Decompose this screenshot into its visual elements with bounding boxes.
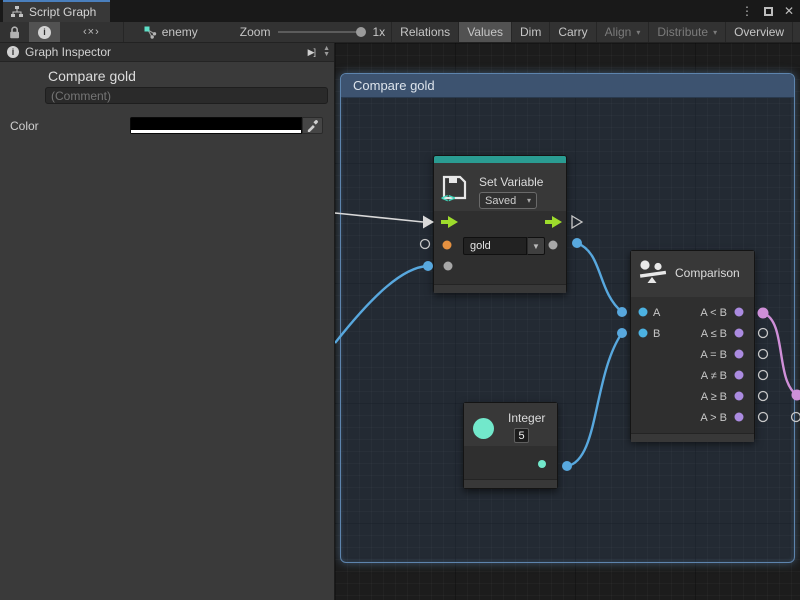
group-title: Compare gold xyxy=(353,78,435,93)
zoom-slider[interactable] xyxy=(278,31,364,33)
eyedropper-icon xyxy=(306,119,319,132)
group-header[interactable]: Compare gold xyxy=(341,74,794,98)
lock-icon xyxy=(9,26,20,39)
input-b-label: B xyxy=(653,328,660,340)
graph-breadcrumb-enemy[interactable]: enemy xyxy=(136,22,206,42)
zoom-control: Zoom 1x xyxy=(234,22,391,42)
dim-toggle[interactable]: Dim xyxy=(512,22,549,42)
script-graph-icon xyxy=(11,6,23,18)
node-title: Integer xyxy=(508,411,545,425)
integer-value-field[interactable]: 5 xyxy=(514,428,529,443)
scroll-spinner[interactable]: ▲▼ xyxy=(323,46,330,58)
node-title: Set Variable xyxy=(479,175,543,189)
inspector-toggle-button[interactable]: i xyxy=(29,22,60,42)
variable-scope-dropdown[interactable]: Saved ▾ xyxy=(479,192,537,209)
full-screen-button[interactable]: Full Screen xyxy=(793,22,800,42)
zoom-value: 1x xyxy=(372,25,385,39)
code-icon: ‹×› xyxy=(83,26,100,38)
comparison-row: A = B xyxy=(631,344,754,365)
align-dropdown[interactable]: Align▾ xyxy=(597,22,649,42)
eyedropper-button[interactable] xyxy=(302,117,323,134)
zoom-label: Zoom xyxy=(240,25,271,39)
dock-panel-icon[interactable]: ▶] xyxy=(308,47,315,58)
node-title: Comparison xyxy=(675,266,740,280)
graph-inspector-header: i Graph Inspector ▶] ▲▼ xyxy=(0,43,334,62)
tab-bar: Script Graph ⋮ ✕ xyxy=(0,0,800,22)
input-a-label: A xyxy=(653,307,660,319)
close-icon[interactable]: ✕ xyxy=(784,4,794,18)
relations-toggle[interactable]: Relations xyxy=(392,22,458,42)
color-swatch[interactable] xyxy=(130,117,302,134)
output-label: A = B xyxy=(700,349,727,361)
info-icon: i xyxy=(38,26,51,39)
code-view-button[interactable]: ‹×› xyxy=(74,22,109,42)
tab-title: Script Graph xyxy=(29,5,96,19)
graph-breadcrumb-label: enemy xyxy=(162,25,198,39)
graph-toolbar: i ‹×› enemy Zoom 1x xyxy=(0,22,800,43)
lock-button[interactable] xyxy=(0,22,29,42)
graph-inspector-panel: i Graph Inspector ▶] ▲▼ Compare gold Col… xyxy=(0,43,335,600)
output-label: A ≥ B xyxy=(701,391,727,403)
node-integer[interactable]: Integer 5 xyxy=(463,402,558,489)
toolbar-left: i ‹×› enemy Zoom 1x xyxy=(0,22,391,42)
color-field-row: Color xyxy=(0,116,334,138)
maximize-icon[interactable] xyxy=(764,7,773,16)
toolbar-separator xyxy=(123,22,124,42)
zoom-slider-handle[interactable] xyxy=(356,27,366,37)
comparison-row: A ≠ B xyxy=(631,365,754,386)
distribute-dropdown[interactable]: Distribute▾ xyxy=(649,22,725,42)
output-label: A < B xyxy=(700,307,727,319)
comparison-row: A > B xyxy=(631,407,754,428)
chevron-down-icon: ▾ xyxy=(527,196,531,205)
node-comparison[interactable]: Comparison A A < B B A ≤ B A = B A ≠ B xyxy=(630,250,755,441)
variable-name-field[interactable]: gold xyxy=(463,237,527,255)
carry-toggle[interactable]: Carry xyxy=(550,22,595,42)
comparison-row: A A < B xyxy=(631,302,754,323)
chevron-down-icon: ▾ xyxy=(636,28,640,37)
values-toggle[interactable]: Values xyxy=(459,22,511,42)
graph-canvas[interactable]: Compare gold <> Set Variable Saved ▾ g xyxy=(335,43,800,600)
comparison-row: B A ≤ B xyxy=(631,323,754,344)
output-label: A ≠ B xyxy=(701,370,727,382)
save-variable-icon: <> xyxy=(440,174,470,204)
window-controls: ⋮ ✕ xyxy=(741,0,794,22)
svg-text:<>: <> xyxy=(441,191,455,204)
alpha-bar xyxy=(131,130,301,133)
info-icon: i xyxy=(7,46,19,58)
integer-type-icon xyxy=(473,418,494,439)
menu-kebab-icon[interactable]: ⋮ xyxy=(741,4,753,18)
comparison-balance-icon xyxy=(639,260,669,288)
toolbar-right: Relations Values Dim Carry Align▾ Distri… xyxy=(391,22,800,42)
overview-button[interactable]: Overview xyxy=(726,22,792,42)
output-label: A ≤ B xyxy=(701,328,727,340)
graph-inspector-title: Graph Inspector xyxy=(25,45,111,59)
graph-title: Compare gold xyxy=(48,68,136,84)
variable-accent-bar xyxy=(434,156,566,163)
variable-name-dropdown-button[interactable]: ▼ xyxy=(527,237,545,255)
output-label: A > B xyxy=(700,412,727,424)
comparison-row: A ≥ B xyxy=(631,386,754,407)
chevron-down-icon: ▾ xyxy=(713,28,717,37)
node-set-variable[interactable]: <> Set Variable Saved ▾ gold ▼ xyxy=(433,155,567,293)
color-label: Color xyxy=(10,119,39,133)
unity-visual-scripting-window: Script Graph ⋮ ✕ i ‹×› xyxy=(0,0,800,600)
graph-node-icon xyxy=(144,26,157,39)
tab-script-graph[interactable]: Script Graph xyxy=(3,0,110,22)
comment-input[interactable] xyxy=(45,87,328,104)
